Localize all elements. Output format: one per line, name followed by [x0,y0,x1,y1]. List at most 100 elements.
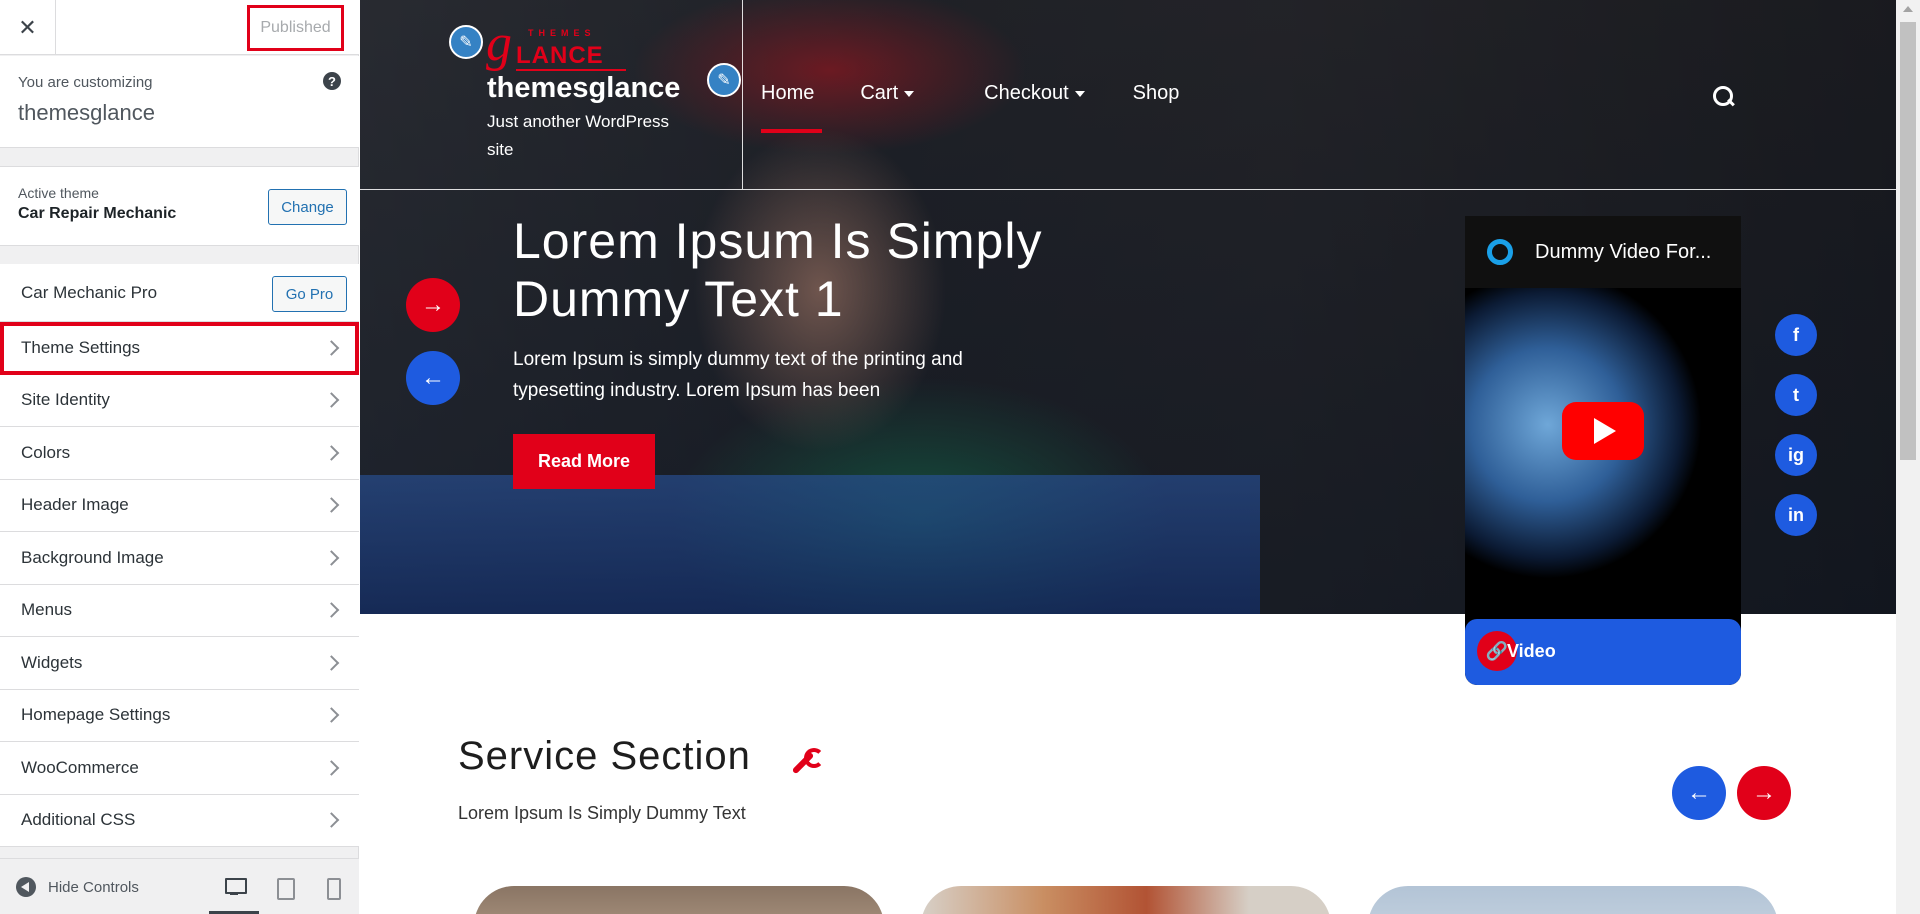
slider-prev-button[interactable]: ← [406,351,460,405]
go-pro-row: Car Mechanic Pro Go Pro [0,264,359,322]
video-card: Dummy Video For... 🔗 Video [1465,216,1741,685]
site-logo[interactable]: g THEMES LANCE [486,18,626,72]
chevron-right-icon [323,339,340,356]
scroll-up-icon[interactable] [1903,6,1913,12]
tablet-preview-icon[interactable] [274,877,295,900]
menu-item-label: Header Image [21,495,129,515]
menu-item-background-image[interactable]: Background Image [0,532,359,585]
slide-text: Lorem Ipsum is simply dummy text of the … [513,349,963,401]
customizing-label: You are customizing [18,74,153,91]
nav-cart-label: Cart [860,82,899,104]
main-navigation: Home Cart Checkout Shop [761,82,1225,105]
menu-item-label: Menus [21,600,73,620]
nav-home[interactable]: Home [761,82,814,105]
help-icon[interactable]: ? [323,72,341,90]
customizer-menu: Car Mechanic Pro Go Pro Theme Settings S… [0,264,359,847]
nav-home-label: Home [761,82,815,104]
logo-letter: g [486,15,512,72]
edit-title-pencil-icon[interactable]: ✎ [707,63,741,97]
menu-item-label: WooCommerce [21,757,139,777]
chevron-right-icon [323,759,340,776]
service-section-title: Service Section [458,734,751,778]
sidebar-footer: Hide Controls [0,858,359,914]
close-icon[interactable]: ✕ [0,0,56,55]
search-icon[interactable] [1713,86,1735,108]
nav-checkout[interactable]: Checkout [984,82,1085,105]
site-name: themesglance [18,100,155,125]
menu-item-theme-settings[interactable]: Theme Settings [0,322,359,375]
site-preview: g THEMES LANCE ✎ ✎ themesglance Just ano… [360,0,1896,914]
chevron-right-icon [323,497,340,514]
chevron-right-icon [323,392,340,409]
chevron-right-icon [323,602,340,619]
customizing-info: You are customizing themesglance ? [0,56,359,148]
customizer-sidebar: ✕ Published You are customizing themesgl… [0,0,359,914]
change-theme-button[interactable]: Change [268,189,347,225]
active-theme-panel: Active theme Car Repair Mechanic Change [0,166,359,246]
header-vertical-divider [742,0,743,189]
scrollbar-thumb[interactable] [1900,22,1916,460]
hero-background-detail [360,475,1260,614]
go-pro-label: Car Mechanic Pro [21,282,158,302]
active-theme-name: Car Repair Mechanic [18,205,177,222]
caret-down-icon [1074,90,1085,97]
chevron-right-icon [323,812,340,829]
video-footer[interactable]: 🔗 Video [1465,619,1741,685]
menu-item-widgets[interactable]: Widgets [0,637,359,690]
service-card-image[interactable] [474,886,884,914]
chevron-right-icon [323,654,340,671]
slide-title: Lorem Ipsum Is Simply Dummy Text 1 [513,213,1043,327]
facebook-icon[interactable]: f [1775,314,1817,356]
logo-underline [516,69,626,71]
menu-item-label: Site Identity [21,390,110,410]
menu-item-label: Additional CSS [21,810,136,830]
instagram-icon[interactable]: ig [1775,434,1817,476]
site-tagline: Just another WordPress site [487,112,670,159]
service-card-image[interactable] [1368,886,1778,914]
nav-cart[interactable]: Cart [860,82,915,105]
publish-button[interactable]: Published [247,5,344,51]
hide-controls-button[interactable]: Hide Controls [16,877,139,897]
sidebar-header: ✕ Published [0,0,359,55]
nav-checkout-label: Checkout [984,82,1069,104]
collapse-icon [16,877,36,897]
video-title[interactable]: Dummy Video For... [1535,241,1711,264]
menu-item-homepage-settings[interactable]: Homepage Settings [0,689,359,742]
video-label: Video [1507,641,1556,661]
chevron-right-icon [323,707,340,724]
logo-themes: THEMES [528,28,596,38]
menu-item-menus[interactable]: Menus [0,584,359,637]
logo-lance: LANCE [516,42,604,69]
service-card-image[interactable] [921,886,1331,914]
youtube-play-icon[interactable] [1562,402,1644,460]
scrollbar[interactable] [1896,0,1920,914]
desktop-preview-icon[interactable] [224,877,247,897]
service-next-button[interactable]: → [1737,766,1791,820]
menu-item-additional-css[interactable]: Additional CSS [0,794,359,847]
menu-item-header-image[interactable]: Header Image [0,479,359,532]
nav-shop[interactable]: Shop [1133,82,1180,105]
channel-avatar-icon [1487,239,1513,265]
mobile-preview-icon[interactable] [322,877,342,900]
menu-item-woocommerce[interactable]: WooCommerce [0,742,359,795]
active-theme-label: Active theme [18,185,99,201]
menu-item-site-identity[interactable]: Site Identity [0,374,359,427]
caret-down-icon [904,90,915,97]
go-pro-button[interactable]: Go Pro [272,276,347,312]
service-prev-button[interactable]: ← [1672,766,1726,820]
edit-logo-pencil-icon[interactable]: ✎ [449,25,483,59]
service-section-subtitle: Lorem Ipsum Is Simply Dummy Text [458,803,746,823]
site-title[interactable]: themesglance [487,72,680,105]
nav-active-indicator [761,129,822,133]
menu-item-label: Homepage Settings [21,705,171,725]
twitter-icon[interactable]: t [1775,374,1817,416]
menu-item-label: Widgets [21,652,83,672]
slider-next-button[interactable]: → [406,278,460,332]
publish-label: Published [260,19,331,36]
read-more-button[interactable]: Read More [513,434,655,489]
menu-item-colors[interactable]: Colors [0,427,359,480]
chevron-right-icon [323,549,340,566]
linkedin-icon[interactable]: in [1775,494,1817,536]
header-divider [360,189,1896,190]
menu-item-label: Colors [21,442,71,462]
